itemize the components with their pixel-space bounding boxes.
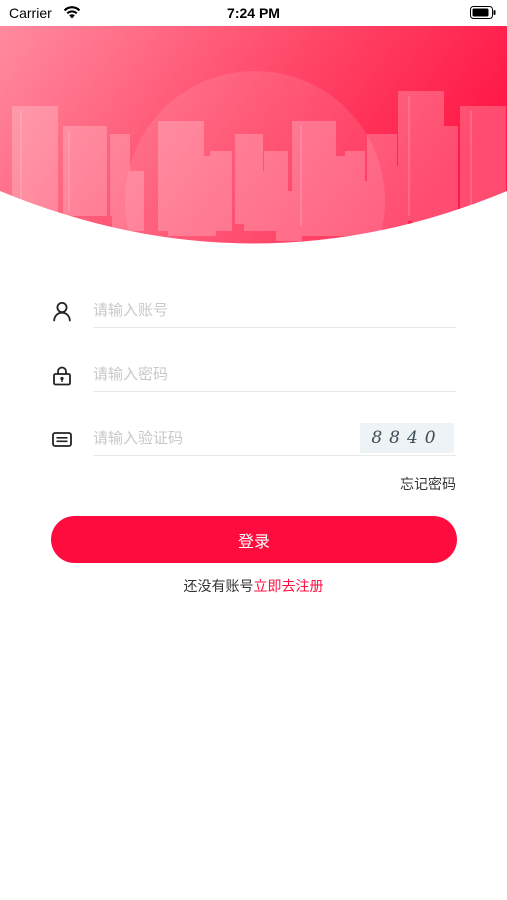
captcha-row: 8840 xyxy=(51,421,456,457)
login-button[interactable]: 登录 xyxy=(51,516,457,563)
header-banner xyxy=(0,26,507,244)
keyboard-icon xyxy=(52,432,72,447)
account-input[interactable] xyxy=(93,293,456,328)
lock-icon xyxy=(53,366,71,386)
password-row xyxy=(51,357,456,393)
status-bar: Carrier 7:24 PM xyxy=(0,0,507,26)
clock: 7:24 PM xyxy=(227,5,280,21)
account-row xyxy=(51,293,456,329)
register-prompt: 还没有账号立即去注册 xyxy=(0,576,507,596)
battery-icon xyxy=(470,6,496,19)
no-account-text: 还没有账号 xyxy=(183,579,254,595)
register-link[interactable]: 立即去注册 xyxy=(254,579,324,595)
user-icon xyxy=(53,302,71,322)
password-input[interactable] xyxy=(93,357,456,392)
captcha-image[interactable]: 8840 xyxy=(360,423,454,453)
forgot-password-link[interactable]: 忘记密码 xyxy=(400,474,456,494)
